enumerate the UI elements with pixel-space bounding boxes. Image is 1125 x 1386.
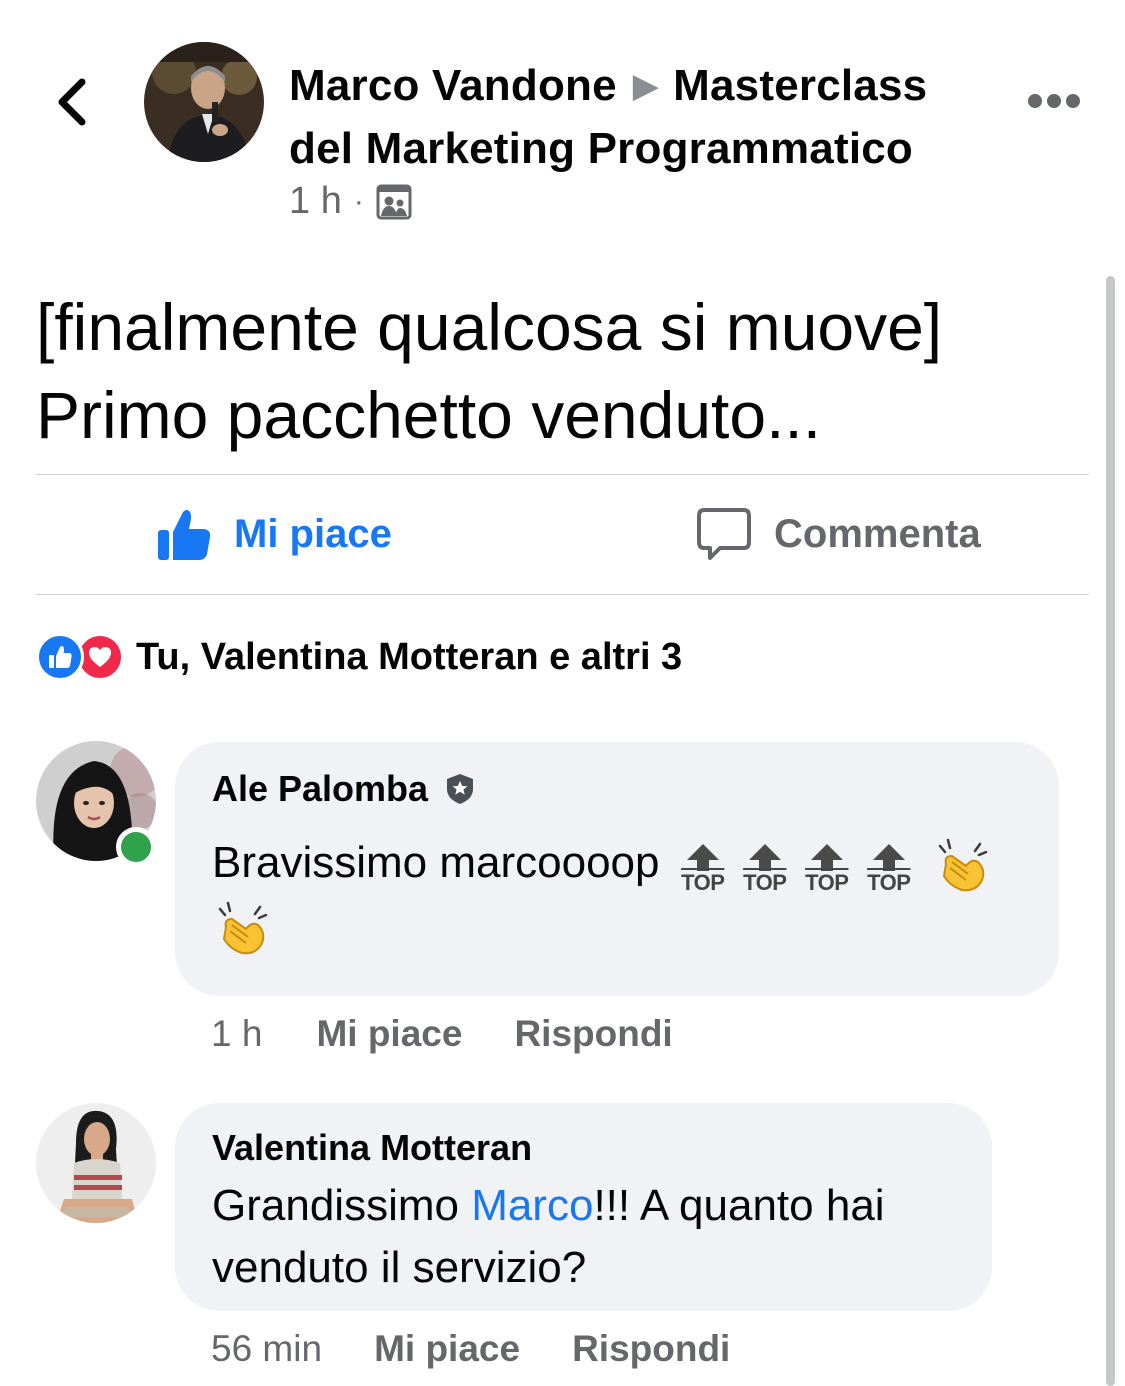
comment-reply-button[interactable]: Rispondi	[514, 1013, 672, 1055]
divider	[36, 594, 1089, 595]
more-options-button[interactable]	[1028, 94, 1080, 110]
like-label: Mi piace	[234, 511, 392, 556]
comment-like-button[interactable]: Mi piace	[374, 1328, 520, 1370]
clapping-hands-icon	[938, 839, 988, 892]
comment-time: 56 min	[211, 1328, 323, 1369]
like-button[interactable]: Mi piace	[156, 506, 392, 562]
commenter-name-text[interactable]: Valentina Motteran	[212, 1127, 532, 1169]
top-arrow-icon: TOP	[803, 843, 851, 895]
group-icon	[376, 184, 412, 219]
comment-button[interactable]: Commenta	[696, 506, 981, 562]
dot-icon	[1028, 94, 1042, 108]
author-name[interactable]: Marco Vandone	[289, 61, 617, 110]
reactions-summary[interactable]: Tu, Valentina Motteran e altri 3	[36, 633, 682, 681]
commenter-name: Ale Palomba	[212, 768, 476, 810]
author-avatar[interactable]	[144, 42, 264, 162]
comment-time: 1 h	[211, 1013, 263, 1054]
top-arrow-icon: TOP	[741, 843, 789, 895]
top-arrow-icon: TOP	[679, 843, 727, 895]
top-arrow-icon: TOP	[865, 843, 913, 895]
dot-icon	[1066, 94, 1080, 108]
comment-meta: 1 h Mi piace Rispondi	[211, 1013, 673, 1055]
post-time[interactable]: 1 h	[289, 180, 342, 223]
comment-label: Commenta	[774, 511, 981, 556]
separator-dot: ·	[353, 184, 364, 218]
comment-text: Grandissimo Marco!!! A quanto hai vendut…	[212, 1175, 972, 1299]
comment-bubble: Ale Palomba Bravissimo marcoooop TOP TOP T…	[175, 742, 1059, 996]
post-line-1: [finalmente qualcosa si muove]	[36, 290, 943, 364]
comment-bubble: Valentina Motteran Grandissimo Marco!!! …	[175, 1103, 992, 1311]
comment-like-button[interactable]: Mi piace	[316, 1013, 462, 1055]
clapping-hands-icon	[218, 901, 268, 955]
chevron-left-icon	[58, 78, 86, 126]
dot-icon	[1047, 94, 1061, 108]
post-title: Marco Vandone ▶ Masterclass del Marketing …	[289, 56, 989, 179]
post-text: [finalmente qualcosa si muove] Primo pac…	[36, 283, 1096, 459]
back-button[interactable]	[52, 74, 92, 130]
like-reaction-icon	[36, 633, 84, 681]
comment-meta: 56 min Mi piace Rispondi	[211, 1328, 730, 1370]
comment-text-body: Bravissimo marcoooop	[212, 838, 660, 887]
scrollbar[interactable]	[1106, 276, 1115, 1386]
comment-icon	[697, 508, 751, 560]
post-line-2: Primo pacchetto venduto...	[36, 378, 822, 452]
arrow-right-icon: ▶	[632, 67, 660, 105]
commenter-name: Valentina Motteran	[212, 1127, 532, 1169]
reactions-text: Tu, Valentina Motteran e altri 3	[136, 635, 683, 678]
mention-link[interactable]: Marco	[471, 1181, 593, 1230]
thumbs-up-icon	[158, 510, 211, 560]
online-status-indicator	[116, 827, 156, 867]
commenter-avatar[interactable]	[36, 1103, 156, 1223]
comment-text: Bravissimo marcoooop TOP TOP TOP TOP	[212, 832, 1052, 957]
commenter-name-text[interactable]: Ale Palomba	[212, 768, 428, 810]
post-meta: 1 h ·	[289, 180, 412, 223]
comment-text-before: Grandissimo	[212, 1181, 472, 1230]
admin-badge-icon	[447, 774, 474, 804]
comment-reply-button[interactable]: Rispondi	[572, 1328, 730, 1370]
divider	[36, 474, 1089, 475]
